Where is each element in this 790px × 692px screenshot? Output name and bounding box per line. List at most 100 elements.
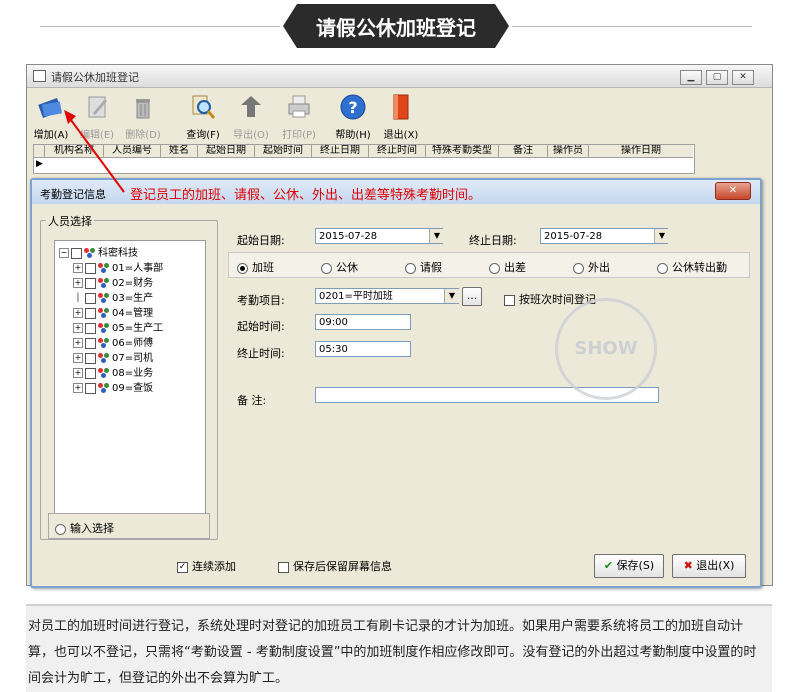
chevron-down-icon[interactable]: ▼ bbox=[444, 289, 459, 303]
tree-checkbox[interactable] bbox=[85, 322, 96, 334]
exit-toolbar-button[interactable]: 退出(X) bbox=[379, 91, 423, 141]
dialog-close-button[interactable]: ✕ bbox=[715, 182, 751, 200]
window-title: 请假公休加班登记 bbox=[51, 71, 139, 84]
query-button[interactable]: 查询(F) bbox=[181, 91, 225, 141]
export-icon bbox=[237, 93, 265, 121]
input-select-label: 输入选择 bbox=[70, 522, 114, 535]
type-business-trip[interactable]: 出差 bbox=[489, 259, 526, 275]
tree-node-label: 03=生产 bbox=[112, 293, 154, 304]
export-button[interactable]: 导出(O) bbox=[229, 91, 273, 141]
save-button[interactable]: ✔ 保存(S) bbox=[594, 554, 664, 578]
type-label: 加班 bbox=[252, 261, 274, 274]
end-date-field[interactable]: 2015-07-28 bbox=[540, 228, 668, 244]
tree-node-label: 08=业务 bbox=[112, 368, 154, 379]
maximize-button[interactable]: ▢ bbox=[706, 70, 728, 85]
tree-root[interactable]: − 科密科技 bbox=[59, 244, 205, 259]
tree-node[interactable]: │ 03=生产 bbox=[73, 289, 205, 304]
type-overtime[interactable]: 加班 bbox=[237, 259, 274, 275]
toolbar: 增加(A) 编辑(E) 删除(D) 查询(F) 导出(O) 打印(P) ? 帮助… bbox=[27, 89, 772, 141]
expand-icon[interactable]: + bbox=[73, 278, 83, 288]
tree-node[interactable]: +09=查饭 bbox=[73, 379, 205, 394]
tree-node[interactable]: +06=师傅 bbox=[73, 334, 205, 349]
checkbox-checked-icon: ✓ bbox=[177, 561, 188, 573]
type-label: 请假 bbox=[420, 261, 442, 274]
grid-header[interactable]: 终止时间 bbox=[369, 145, 426, 158]
dialog-exit-button[interactable]: ✖ 退出(X) bbox=[672, 554, 746, 578]
annotation-text: 登记员工的加班、请假、公休、外出、出差等特殊考勤时间。 bbox=[130, 188, 482, 203]
item-select[interactable]: 0201=平时加班 bbox=[315, 288, 459, 304]
grid-header[interactable]: 备注 bbox=[499, 145, 548, 158]
type-leave[interactable]: 请假 bbox=[405, 259, 442, 275]
tree-node-label: 01=人事部 bbox=[112, 263, 164, 274]
chevron-down-icon[interactable]: ▼ bbox=[654, 229, 669, 243]
expand-icon[interactable]: + bbox=[73, 353, 83, 363]
type-rest[interactable]: 公休 bbox=[321, 259, 358, 275]
search-icon bbox=[189, 93, 217, 121]
svg-text:?: ? bbox=[348, 98, 357, 117]
start-date-field[interactable]: 2015-07-28 bbox=[315, 228, 443, 244]
expand-icon[interactable]: + bbox=[73, 383, 83, 393]
grid-header[interactable]: 起始时间 bbox=[255, 145, 312, 158]
expand-icon[interactable]: + bbox=[73, 308, 83, 318]
checkbox-icon bbox=[278, 561, 289, 573]
department-tree[interactable]: − 科密科技 +01=人事部 +02=财务 │ 03=生产 +04=管理 +05=生产工 +0… bbox=[54, 240, 206, 526]
people-icon bbox=[98, 368, 110, 378]
input-select-option[interactable]: 输入选择 bbox=[48, 513, 210, 539]
tree-checkbox[interactable] bbox=[85, 382, 96, 394]
tree-node-label: 02=财务 bbox=[112, 278, 154, 289]
radio-icon bbox=[321, 262, 332, 274]
grid-header[interactable]: 特殊考勤类型 bbox=[426, 145, 499, 158]
tree-checkbox[interactable] bbox=[85, 277, 96, 289]
start-time-label: 起始时间: bbox=[237, 320, 285, 333]
keep-screen-label: 保存后保留屏幕信息 bbox=[293, 560, 392, 573]
close-button[interactable]: ✕ bbox=[732, 70, 754, 85]
tree-checkbox[interactable] bbox=[85, 307, 96, 319]
grid-header[interactable]: 姓名 bbox=[161, 145, 198, 158]
type-rest-to-work[interactable]: 公休转出勤 bbox=[657, 259, 727, 275]
tree-checkbox[interactable] bbox=[85, 262, 96, 274]
collapse-icon[interactable]: − bbox=[59, 248, 69, 258]
tree-checkbox[interactable] bbox=[71, 247, 82, 259]
tree-node[interactable]: +05=生产工 bbox=[73, 319, 205, 334]
chevron-down-icon[interactable]: ▼ bbox=[429, 229, 444, 243]
tree-node[interactable]: +02=财务 bbox=[73, 274, 205, 289]
keep-screen-option[interactable]: 保存后保留屏幕信息 bbox=[278, 558, 392, 574]
tree-node[interactable]: +04=管理 bbox=[73, 304, 205, 319]
dialog-titlebar: 考勤登记信息 登记员工的加班、请假、公休、外出、出差等特殊考勤时间。 ✕ bbox=[32, 180, 760, 204]
print-button[interactable]: 打印(P) bbox=[277, 91, 321, 141]
records-grid[interactable]: 机构名称 人员编号 姓名 起始日期 起始时间 终止日期 终止时间 特殊考勤类型 … bbox=[33, 144, 695, 174]
grid-header[interactable]: 终止日期 bbox=[312, 145, 369, 158]
watermark-seal: SHOW bbox=[555, 298, 657, 400]
expand-icon[interactable]: + bbox=[73, 338, 83, 348]
tree-node[interactable]: +01=人事部 bbox=[73, 259, 205, 274]
people-icon bbox=[98, 323, 110, 333]
help-button[interactable]: ? 帮助(H) bbox=[331, 91, 375, 141]
expand-icon[interactable]: + bbox=[73, 323, 83, 333]
people-icon bbox=[84, 248, 96, 258]
item-browse-button[interactable]: ... bbox=[462, 287, 482, 306]
tree-checkbox[interactable] bbox=[85, 337, 96, 349]
grid-header[interactable]: 操作员 bbox=[548, 145, 589, 158]
export-label: 导出(O) bbox=[233, 130, 269, 141]
expand-icon[interactable]: + bbox=[73, 368, 83, 378]
grid-header[interactable]: 操作日期 bbox=[589, 145, 693, 158]
tree-checkbox[interactable] bbox=[85, 292, 96, 304]
continuous-add-option[interactable]: ✓ 连续添加 bbox=[177, 558, 236, 574]
people-icon bbox=[98, 278, 110, 288]
tree-node[interactable]: +07=司机 bbox=[73, 349, 205, 364]
banner-rule-left bbox=[40, 26, 280, 27]
item-label: 考勤项目: bbox=[237, 294, 285, 307]
check-icon: ✔ bbox=[603, 559, 614, 572]
grid-header[interactable]: 起始日期 bbox=[198, 145, 255, 158]
type-label: 公休 bbox=[336, 261, 358, 274]
tree-checkbox[interactable] bbox=[85, 352, 96, 364]
input-select-radio[interactable] bbox=[55, 523, 66, 535]
end-time-field[interactable]: 05:30 bbox=[315, 341, 411, 357]
type-out[interactable]: 外出 bbox=[573, 259, 610, 275]
tree-checkbox[interactable] bbox=[85, 367, 96, 379]
banner-rule-right bbox=[512, 26, 752, 27]
start-time-field[interactable]: 09:00 bbox=[315, 314, 411, 330]
tree-node[interactable]: +08=业务 bbox=[73, 364, 205, 379]
minimize-button[interactable]: ▁ bbox=[680, 70, 702, 85]
expand-icon[interactable]: + bbox=[73, 263, 83, 273]
